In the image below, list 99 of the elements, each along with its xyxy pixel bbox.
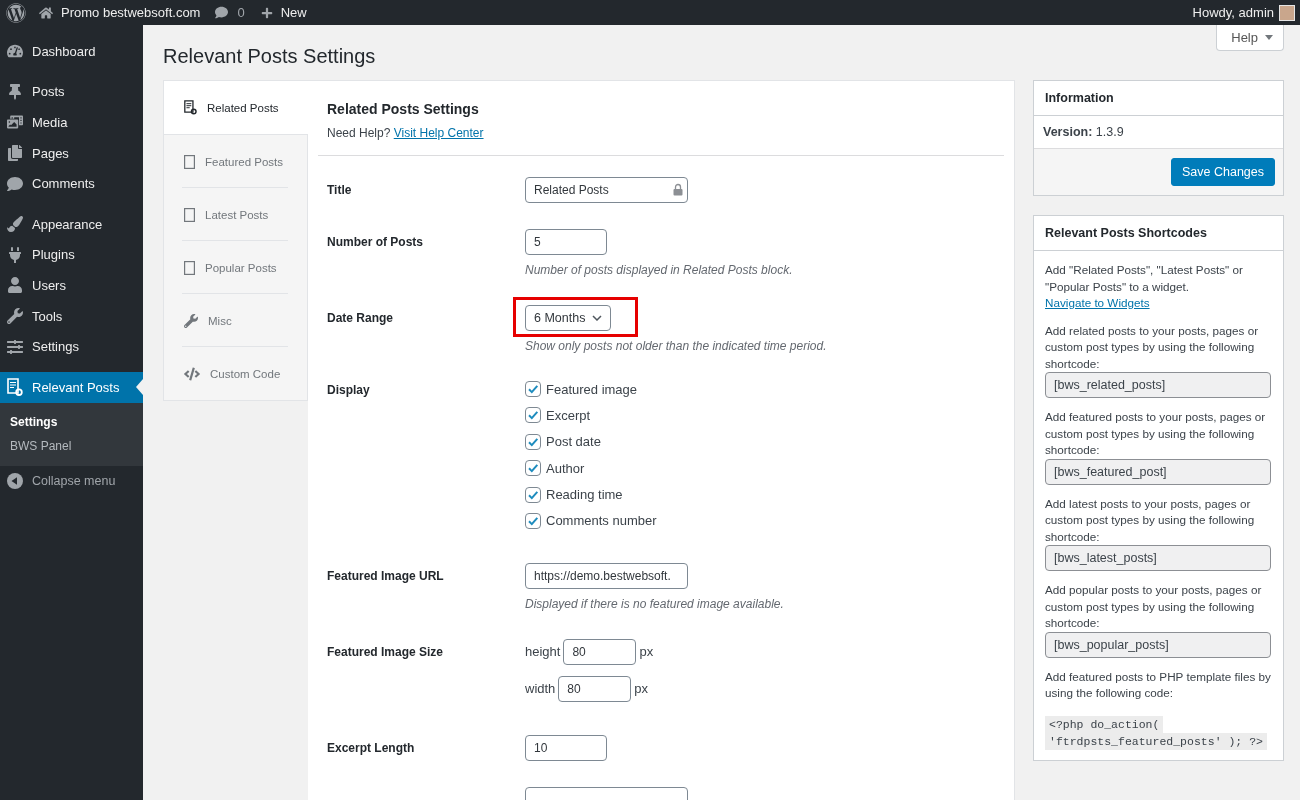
- page-title: Relevant Posts Settings: [163, 45, 376, 67]
- menu-item[interactable]: Posts: [0, 76, 143, 108]
- chevron-down-icon: [592, 315, 603, 321]
- submenu-item[interactable]: Settings: [0, 409, 143, 434]
- sliders-icon: [7, 338, 23, 355]
- lock-icon[interactable]: [673, 183, 683, 196]
- checkbox[interactable]: [525, 407, 541, 424]
- number-field[interactable]: 80: [558, 675, 632, 702]
- pushpin-icon: [7, 83, 23, 100]
- submenu-item[interactable]: BWS Panel: [0, 433, 143, 458]
- shortcode-description: Add related posts to your posts, pages or custom post types by using the following shortcode:: [1045, 322, 1260, 372]
- menu-item[interactable]: Appearance: [0, 208, 143, 240]
- shortcode-description: Add latest posts to your posts, pages or custom post types by using the following shortcode:: [1045, 495, 1256, 545]
- current-marker-icon: [136, 378, 143, 395]
- menu-item[interactable]: Users: [0, 270, 143, 301]
- tab[interactable]: Related Posts: [164, 81, 308, 135]
- collapse-menu-button[interactable]: Collapse menu: [0, 465, 143, 496]
- field-hint: Show only posts not older than the indicated time period.: [525, 338, 827, 355]
- shortcode-description: Add featured posts to your posts, pages or custom post types by using the following shortcode:: [1045, 409, 1267, 458]
- plug-icon: [7, 246, 23, 263]
- text-field[interactable]: Related Posts: [525, 177, 688, 203]
- paintbrush-icon: [7, 216, 23, 233]
- size-label: height: [525, 644, 561, 660]
- menu-item[interactable]: Settings: [0, 331, 143, 362]
- field-label: Excerpt Length: [327, 739, 416, 757]
- help-button[interactable]: Help: [1216, 25, 1284, 51]
- shortcode-field[interactable]: [bws_latest_posts]: [1045, 545, 1271, 571]
- speech-bubble-icon: [7, 175, 23, 192]
- site-link[interactable]: Promo bestwebsoft.com: [39, 0, 201, 25]
- caret-icon: [1265, 35, 1273, 40]
- size-label: width: [525, 681, 556, 697]
- checkbox[interactable]: [525, 433, 541, 450]
- number-field[interactable]: 5: [525, 229, 607, 255]
- save-button[interactable]: Save Changes: [1171, 158, 1275, 186]
- plus-icon: [260, 6, 273, 19]
- document-icon: [7, 378, 23, 397]
- checkbox-label: Comments number: [546, 513, 657, 529]
- checkbox-label: Author: [546, 460, 585, 476]
- version-text: Version: 1.3.9: [1042, 124, 1125, 141]
- wrench-icon: [7, 308, 23, 325]
- code-description: Add featured posts to PHP template files by using the following code:: [1045, 668, 1272, 701]
- checkbox-label: Post date: [546, 434, 601, 450]
- shortcode-field[interactable]: [bws_popular_posts]: [1045, 631, 1271, 658]
- field-label: Number of Posts: [327, 234, 424, 251]
- widgets-link[interactable]: Navigate to Widgets: [1045, 296, 1150, 309]
- checkbox-label: Excerpt: [546, 407, 591, 423]
- checkbox-label: Reading time: [546, 487, 623, 503]
- pages-icon: [7, 145, 23, 162]
- shortcode-intro: Add "Related Posts", "Latest Posts" or "Popular Posts" to a widget. Navigate to Widgets: [1045, 262, 1244, 311]
- photo-video-icon: [7, 114, 23, 131]
- menu-item[interactable]: Pages: [0, 137, 143, 169]
- section-title: Related Posts Settings: [327, 100, 480, 118]
- page-icon: [184, 207, 195, 222]
- left-arrow-circle-icon: [7, 472, 23, 489]
- field-label: Display: [327, 382, 371, 399]
- checkbox[interactable]: [525, 381, 541, 397]
- help-center-link[interactable]: Visit Help Center: [393, 126, 484, 140]
- avatar: [1279, 4, 1295, 21]
- unit-label: px: [639, 644, 654, 660]
- text-field[interactable]: https://demo.bestwebsoft.: [525, 562, 688, 589]
- help-text: Need Help? Visit Help Center: [327, 125, 485, 142]
- code-icon: [184, 365, 200, 382]
- account-link[interactable]: Howdy, admin: [1192, 0, 1295, 25]
- home-icon: [39, 5, 53, 20]
- shortcode-field[interactable]: [bws_featured_post]: [1045, 458, 1271, 485]
- field-label: Featured Image URL: [327, 567, 445, 585]
- shortcode-description: Add popular posts to your posts, pages or custom post types by using the following shortcode:: [1045, 582, 1263, 631]
- comments-link[interactable]: 0: [215, 0, 245, 25]
- panel-title: Relevant Posts Shortcodes: [1034, 216, 1283, 251]
- field-hint: Displayed if there is no featured image available.: [525, 595, 784, 613]
- speech-bubble-icon: [215, 6, 229, 19]
- page-icon: [184, 154, 195, 169]
- logo-icon[interactable]: [6, 2, 26, 23]
- checkbox[interactable]: [525, 512, 541, 529]
- shortcode-field[interactable]: [bws_related_posts]: [1045, 372, 1271, 398]
- menu-item[interactable]: Dashboard: [0, 36, 143, 67]
- new-content-link[interactable]: New: [260, 0, 307, 25]
- panel-title: Information: [1034, 81, 1283, 116]
- menu-item[interactable]: Relevant Posts: [0, 371, 143, 403]
- menu-item[interactable]: Media: [0, 107, 143, 138]
- page-icon: [184, 260, 195, 275]
- number-field[interactable]: 10: [525, 734, 607, 761]
- checkbox-label: Featured image: [546, 381, 638, 397]
- dropdown[interactable]: 6 Months: [525, 305, 612, 331]
- field-label: Date Range: [327, 310, 395, 327]
- gauge-icon: [7, 43, 23, 60]
- user-icon: [7, 277, 23, 294]
- checkbox[interactable]: [525, 486, 541, 503]
- field-hint: Number of posts displayed in Related Posts block.: [525, 262, 793, 279]
- field-label: Title: [327, 182, 353, 199]
- document-icon: [184, 100, 197, 115]
- checkbox[interactable]: [525, 460, 541, 477]
- menu-item[interactable]: Tools: [0, 300, 143, 332]
- unit-label: px: [634, 681, 649, 697]
- menu-item[interactable]: Comments: [0, 168, 143, 199]
- wrench-icon: [184, 313, 198, 328]
- field-label: Featured Image Size: [327, 643, 445, 661]
- number-field[interactable]: 80: [563, 638, 637, 665]
- menu-item[interactable]: Plugins: [0, 239, 143, 271]
